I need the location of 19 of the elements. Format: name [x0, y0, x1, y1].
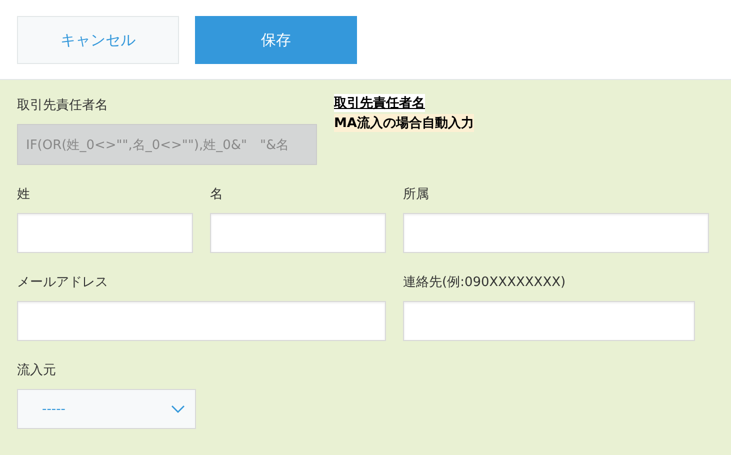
field-label: 所属 [403, 186, 430, 204]
field-label: 姓 [17, 186, 31, 204]
save-button[interactable]: 保存 [195, 16, 357, 64]
note-text: 取引先責任者名 [334, 94, 425, 112]
field-label: 連絡先(例:090XXXXXXXX) [403, 274, 567, 292]
chevron-down-icon [171, 405, 185, 413]
field-label: メールアドレス [17, 274, 109, 292]
field-label: 取引先責任者名 [17, 97, 109, 115]
input-field[interactable] [403, 301, 695, 341]
field-label: 名 [210, 186, 224, 204]
note-text: MA流入の場合自動入力 [334, 114, 474, 132]
dropdown[interactable]: ----- [17, 389, 196, 429]
input-field[interactable] [17, 301, 386, 341]
input-field[interactable] [403, 213, 709, 253]
field-label: 流入元 [17, 362, 57, 380]
input-field[interactable] [210, 213, 386, 253]
calculated-field: IF(OR(姓_0<>"",名_0<>""),姓_0&" "&名 [17, 124, 317, 165]
cancel-button[interactable]: キャンセル [17, 16, 179, 64]
input-field[interactable] [17, 213, 193, 253]
